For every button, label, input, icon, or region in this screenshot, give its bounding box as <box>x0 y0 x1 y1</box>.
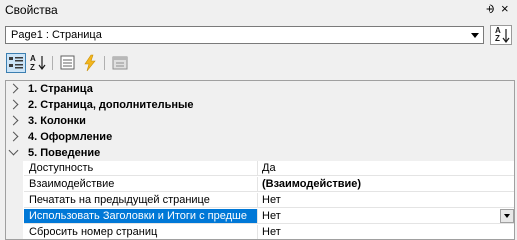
chevron-right-icon[interactable] <box>8 131 19 142</box>
category-label: 5. Поведение <box>28 147 101 159</box>
pin-icon[interactable]: ⨮ <box>486 2 494 17</box>
property-value[interactable]: (Взаимодействие) <box>258 177 514 192</box>
row-gutter <box>6 177 23 193</box>
sort-arrow-icon <box>502 29 510 43</box>
sort-alphabetical-button[interactable]: A Z <box>490 25 512 45</box>
property-name[interactable]: Взаимодействие <box>24 177 258 192</box>
chevron-right-icon[interactable] <box>8 99 19 110</box>
close-icon[interactable]: × <box>501 1 509 16</box>
property-value[interactable]: Нет <box>258 225 514 239</box>
categorized-button[interactable] <box>6 53 26 73</box>
panel-titlebar: Свойства ⨮ × <box>0 0 517 20</box>
category-row[interactable]: 2. Страница, дополнительные <box>6 97 514 113</box>
category-label: 1. Страница <box>28 83 93 95</box>
property-value-dropdown[interactable]: Нет <box>258 209 514 224</box>
row-gutter <box>6 193 23 209</box>
row-gutter <box>6 161 23 177</box>
dropdown-arrow-icon[interactable] <box>500 209 514 223</box>
property-row[interactable]: Печатать на предыдущей странице Нет <box>6 193 514 209</box>
property-name[interactable]: Доступность <box>24 161 258 176</box>
property-pages-icon <box>112 56 128 70</box>
alphabetical-button[interactable]: A Z <box>28 53 48 73</box>
category-label: 4. Оформление <box>28 131 113 143</box>
property-grid: 1. Страница 2. Страница, дополнительные … <box>5 80 515 240</box>
category-row[interactable]: 1. Страница <box>6 81 514 97</box>
property-name[interactable]: Использовать Заголовки и Итоги с предше <box>24 209 258 224</box>
toolbar: A Z <box>0 50 517 76</box>
chevron-down-icon[interactable] <box>8 145 19 156</box>
object-selector[interactable]: Page1 : Страница <box>5 26 484 44</box>
property-row[interactable]: Доступность Да <box>6 161 514 177</box>
events-icon <box>84 54 96 72</box>
category-label: 3. Колонки <box>28 115 86 127</box>
svg-text:Z: Z <box>30 63 35 72</box>
category-row[interactable]: 5. Поведение <box>6 145 514 161</box>
category-label: 2. Страница, дополнительные <box>28 99 194 111</box>
row-gutter <box>6 209 23 225</box>
property-name[interactable]: Сбросить номер страниц <box>24 225 258 239</box>
category-row[interactable]: 4. Оформление <box>6 129 514 145</box>
chevron-right-icon[interactable] <box>8 115 19 126</box>
row-gutter <box>6 225 23 239</box>
svg-text:A: A <box>30 54 36 63</box>
chevron-down-icon[interactable] <box>467 27 483 43</box>
chevron-right-icon[interactable] <box>8 83 19 94</box>
categorized-icon <box>9 57 23 69</box>
property-pages-button[interactable] <box>110 53 130 73</box>
property-value[interactable]: Нет <box>258 193 514 208</box>
object-selector-value: Page1 : Страница <box>11 29 102 41</box>
property-row[interactable]: Сбросить номер страниц Нет <box>6 225 514 239</box>
panel-title: Свойства <box>5 3 58 17</box>
category-row[interactable]: 3. Колонки <box>6 113 514 129</box>
properties-page-icon <box>60 55 75 70</box>
property-row-selected[interactable]: Использовать Заголовки и Итоги с предше … <box>6 209 514 225</box>
toolbar-separator <box>104 56 105 70</box>
toolbar-separator <box>52 56 53 70</box>
property-value[interactable]: Да <box>258 161 514 176</box>
property-row[interactable]: Взаимодействие (Взаимодействие) <box>6 177 514 193</box>
events-button[interactable] <box>80 53 100 73</box>
property-name[interactable]: Печатать на предыдущей странице <box>24 193 258 208</box>
alphabetical-sort-icon: A Z <box>30 54 46 72</box>
properties-button[interactable] <box>58 53 78 73</box>
